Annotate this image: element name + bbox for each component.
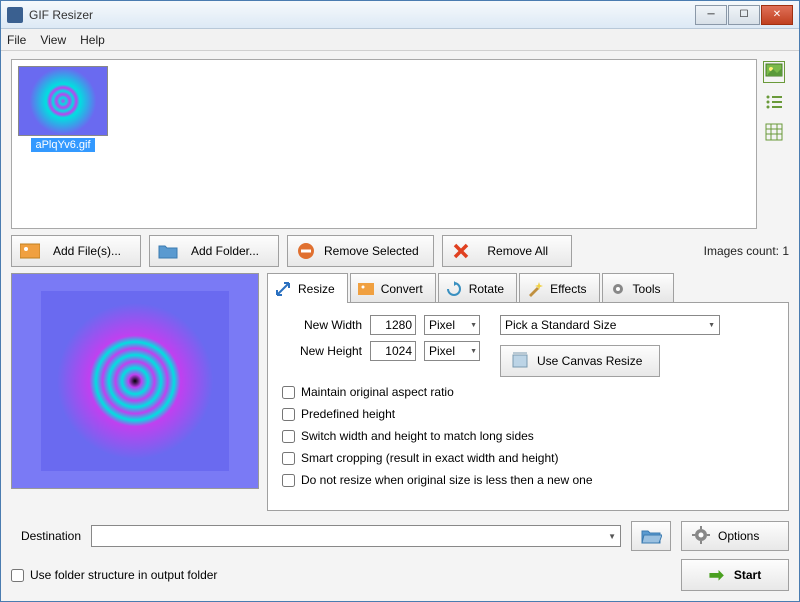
check-folder-structure[interactable] xyxy=(11,569,24,582)
menu-file[interactable]: File xyxy=(7,33,26,47)
check-switch-sides[interactable] xyxy=(282,430,295,443)
maximize-button[interactable]: ☐ xyxy=(728,5,760,25)
gear-icon xyxy=(692,526,710,547)
browse-destination-button[interactable] xyxy=(631,521,671,551)
canvas-icon xyxy=(511,351,529,372)
tab-resize[interactable]: Resize xyxy=(267,273,348,303)
rotate-icon xyxy=(445,280,463,298)
titlebar: GIF Resizer ─ ☐ ✕ xyxy=(1,1,799,29)
remove-selected-button[interactable]: Remove Selected xyxy=(287,235,434,267)
list-item[interactable]: aPlqYv6.gif xyxy=(18,66,108,152)
add-files-button[interactable]: Add File(s)... xyxy=(11,235,141,267)
tab-convert[interactable]: Convert xyxy=(350,273,436,303)
check-no-resize[interactable] xyxy=(282,474,295,487)
destination-label: Destination xyxy=(11,529,81,543)
thumbnail-image xyxy=(18,66,108,136)
remove-icon xyxy=(296,241,316,261)
effects-icon xyxy=(526,280,544,298)
folder-open-icon xyxy=(640,527,662,545)
convert-icon xyxy=(357,280,375,298)
menubar: File View Help xyxy=(1,29,799,51)
tab-tools[interactable]: Tools xyxy=(602,273,674,303)
check-smart-cropping[interactable] xyxy=(282,452,295,465)
view-thumbnails-icon[interactable] xyxy=(763,61,785,83)
check-predefined-height[interactable] xyxy=(282,408,295,421)
view-list-icon[interactable] xyxy=(763,91,785,113)
menu-view[interactable]: View xyxy=(40,33,66,47)
start-button[interactable]: ➡ Start xyxy=(681,559,789,591)
start-arrow-icon: ➡ xyxy=(709,565,724,586)
tab-effects[interactable]: Effects xyxy=(519,273,599,303)
menu-help[interactable]: Help xyxy=(80,33,105,47)
window-title: GIF Resizer xyxy=(29,8,695,22)
check-aspect-ratio[interactable] xyxy=(282,386,295,399)
folder-icon xyxy=(158,241,178,261)
thumbnail-label: aPlqYv6.gif xyxy=(31,138,94,152)
remove-all-button[interactable]: Remove All xyxy=(442,235,572,267)
canvas-resize-button[interactable]: Use Canvas Resize xyxy=(500,345,660,377)
standard-size-select[interactable]: Pick a Standard Size xyxy=(500,315,720,335)
view-details-icon[interactable] xyxy=(763,121,785,143)
thumbnail-list[interactable]: aPlqYv6.gif xyxy=(11,59,757,229)
tab-rotate[interactable]: Rotate xyxy=(438,273,517,303)
options-button[interactable]: Options xyxy=(681,521,789,551)
new-width-input[interactable] xyxy=(370,315,416,335)
add-file-icon xyxy=(20,241,40,261)
app-icon xyxy=(7,7,23,23)
new-width-label: New Width xyxy=(282,318,362,332)
gear-icon xyxy=(609,280,627,298)
close-button[interactable]: ✕ xyxy=(761,5,793,25)
preview-image xyxy=(41,291,229,471)
remove-all-icon xyxy=(451,241,471,261)
new-height-input[interactable] xyxy=(370,341,416,361)
resize-icon xyxy=(274,280,292,298)
preview-pane xyxy=(11,273,259,489)
height-unit-select[interactable]: Pixel xyxy=(424,341,480,361)
add-folder-button[interactable]: Add Folder... xyxy=(149,235,279,267)
width-unit-select[interactable]: Pixel xyxy=(424,315,480,335)
destination-combo[interactable] xyxy=(91,525,621,547)
images-count-label: Images count: 1 xyxy=(704,244,789,258)
resize-panel: New Width Pixel New Height Pixel xyxy=(267,302,789,511)
minimize-button[interactable]: ─ xyxy=(695,5,727,25)
new-height-label: New Height xyxy=(282,344,362,358)
